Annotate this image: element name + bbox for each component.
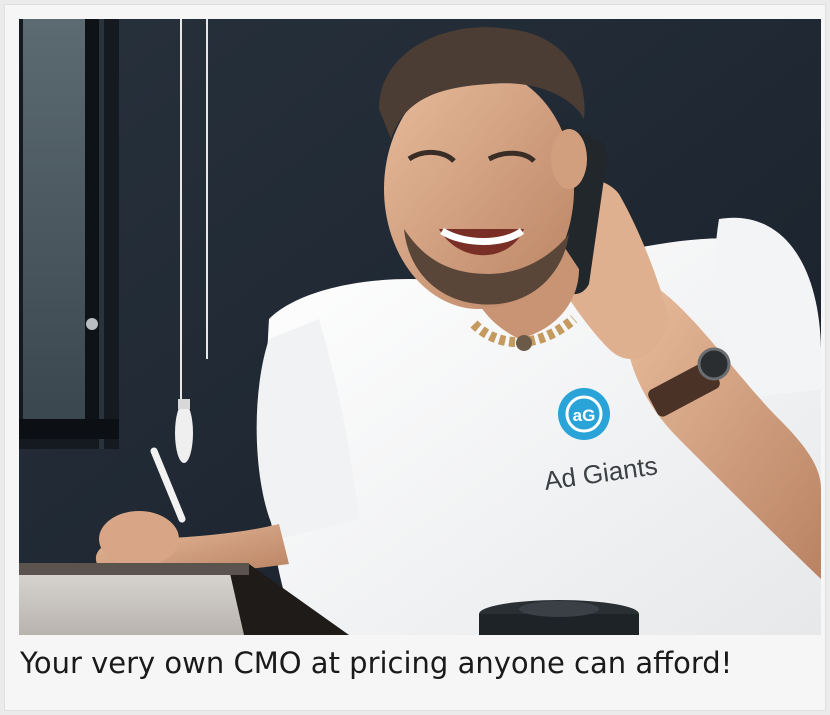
promo-card: aG Ad Giants Your very own CMO at pricin… — [4, 4, 826, 711]
hero-photo: aG Ad Giants — [19, 19, 821, 635]
card-caption: Your very own CMO at pricing anyone can … — [20, 646, 733, 680]
svg-text:aG: aG — [573, 406, 596, 425]
